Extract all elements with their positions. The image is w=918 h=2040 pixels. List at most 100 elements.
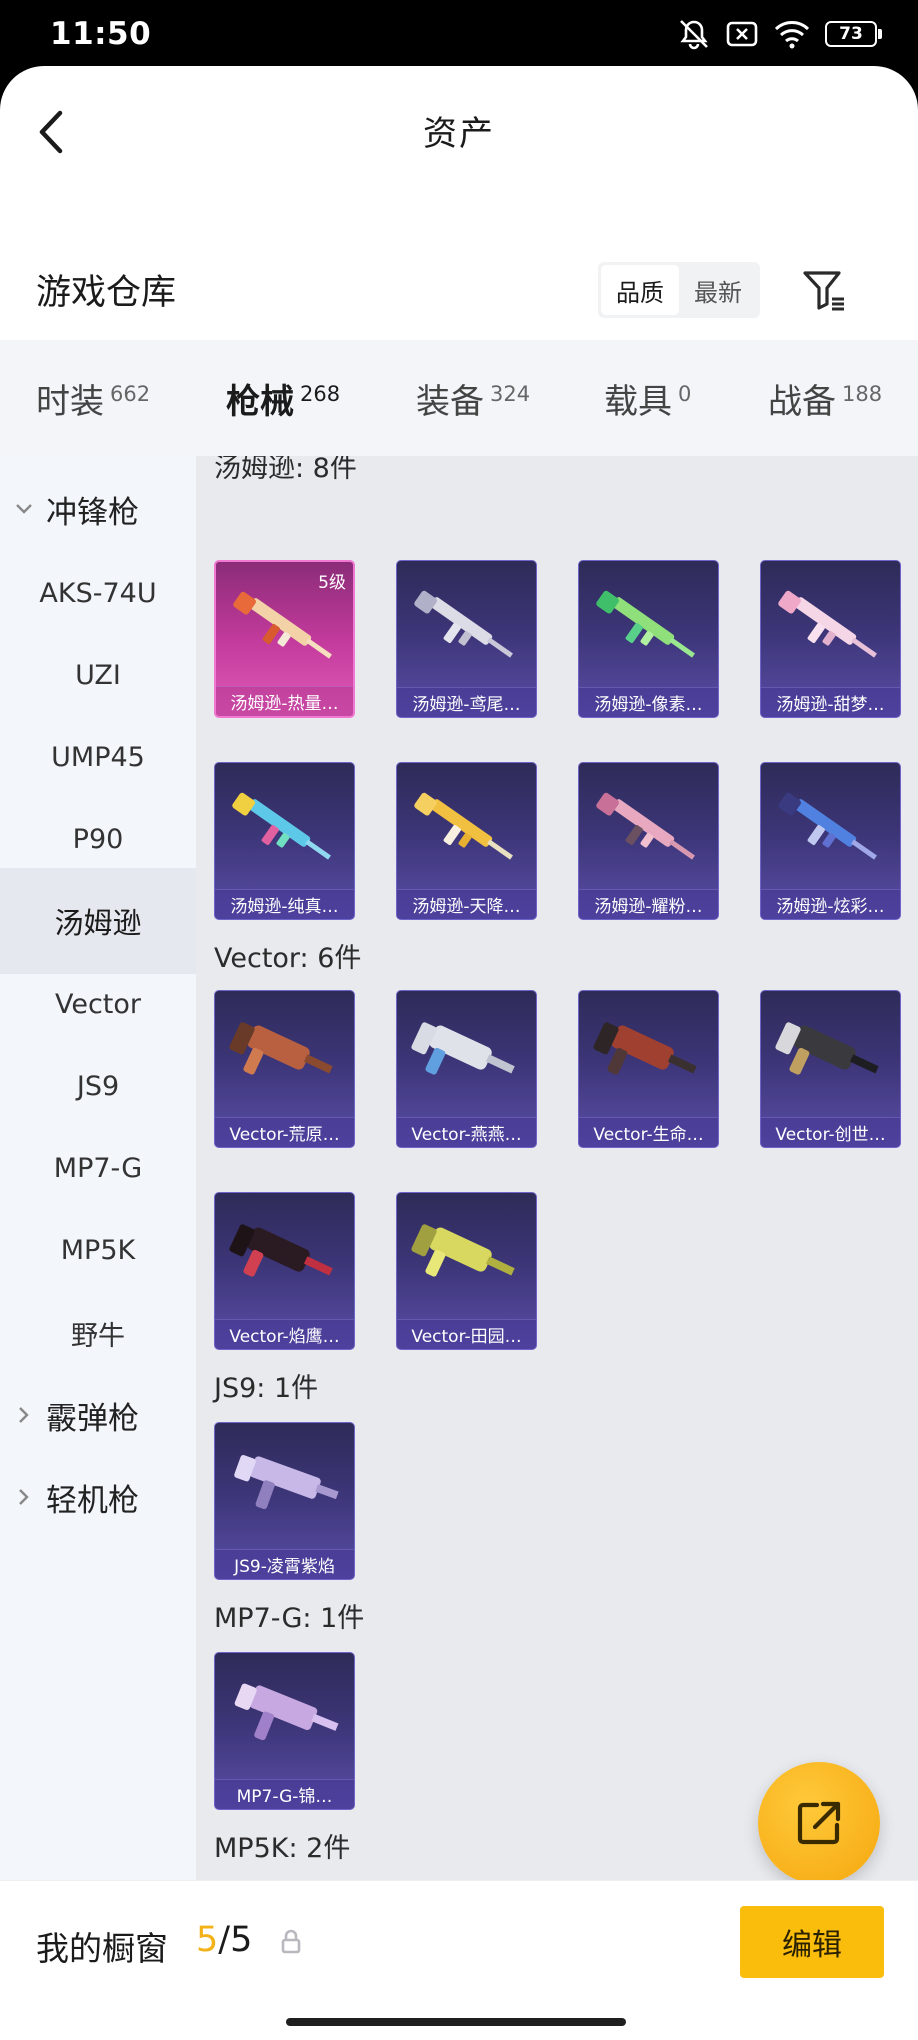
skin-card[interactable]: 汤姆逊-甜梦… bbox=[760, 560, 901, 718]
weapon-skin-grid: 汤姆逊: 8件 5级 汤姆逊-热量… 汤姆逊-鸢尾… 汤姆逊-像素… 汤姆逊-甜… bbox=[196, 456, 918, 1946]
skin-card[interactable]: 汤姆逊-纯真… bbox=[214, 762, 355, 920]
filter-icon bbox=[803, 271, 844, 311]
tab-label: 装备 bbox=[416, 381, 484, 422]
category-tabs: 时装 662 枪械 268 装备 324 载具 0 战备 188 bbox=[0, 340, 918, 456]
tab-count: 268 bbox=[300, 382, 341, 406]
tab-label: 战备 bbox=[768, 381, 836, 422]
tab-count: 188 bbox=[842, 382, 883, 406]
phone-screen: 11:50 73 资产 游戏仓库 品质 最新 时装 662 枪械 268 装备 … bbox=[0, 0, 918, 2040]
thompson-gun-image bbox=[232, 792, 331, 860]
group-label-thompson: 汤姆逊: 8件 bbox=[214, 456, 357, 484]
skin-card[interactable]: 汤姆逊-鸢尾… bbox=[396, 560, 537, 718]
status-icons: 73 bbox=[677, 18, 882, 50]
home-indicator bbox=[286, 2018, 626, 2026]
top-bar: 资产 bbox=[0, 66, 918, 196]
skin-card[interactable]: 汤姆逊-像素… bbox=[578, 560, 719, 718]
chevron-right-icon bbox=[19, 1407, 29, 1423]
vector-gun-image bbox=[411, 1022, 515, 1075]
skin-card[interactable]: 汤姆逊-炫彩… bbox=[760, 762, 901, 920]
tab-vehicles[interactable]: 载具 0 bbox=[604, 340, 691, 456]
skin-name: JS9-凌霄紫焰 bbox=[215, 1549, 354, 1579]
skin-name: 汤姆逊-像素… bbox=[579, 687, 718, 717]
share-icon bbox=[797, 1801, 841, 1845]
showcase-label: 我的橱窗 bbox=[36, 1929, 168, 1968]
skin-name: Vector-荒原… bbox=[215, 1117, 354, 1147]
mp7g-gun-image bbox=[234, 1683, 339, 1741]
skin-name: 汤姆逊-耀粉… bbox=[579, 889, 718, 919]
thompson-gun-image bbox=[778, 792, 877, 860]
mute-icon bbox=[680, 20, 708, 50]
skin-name: 汤姆逊-炫彩… bbox=[761, 889, 900, 919]
tab-label: 载具 bbox=[604, 381, 672, 422]
sort-quality-button[interactable]: 品质 bbox=[601, 265, 679, 315]
skin-card[interactable]: Vector-荒原… bbox=[214, 990, 355, 1148]
sidebar-category-lmg[interactable]: 轻机枪 bbox=[14, 1444, 139, 1550]
js9-gun-image bbox=[234, 1455, 339, 1510]
skin-card[interactable]: Vector-生命… bbox=[578, 990, 719, 1148]
skin-card[interactable]: Vector-焰鹰… bbox=[214, 1192, 355, 1350]
skin-name: Vector-创世… bbox=[761, 1117, 900, 1147]
skin-card[interactable]: MP7-G-锦… bbox=[214, 1652, 355, 1810]
sort-toggle: 品质 最新 bbox=[598, 262, 760, 318]
lock-icon bbox=[281, 1929, 301, 1954]
tab-fashion[interactable]: 时装 662 bbox=[36, 340, 150, 456]
skin-name: Vector-焰鹰… bbox=[215, 1319, 354, 1349]
skin-card[interactable]: JS9-凌霄紫焰 bbox=[214, 1422, 355, 1580]
status-bar: 11:50 73 bbox=[0, 0, 918, 68]
warehouse-title: 游戏仓库 bbox=[36, 273, 177, 313]
skin-card[interactable]: 5级 汤姆逊-热量… bbox=[214, 560, 355, 718]
thompson-gun-image bbox=[596, 792, 695, 860]
level-badge: 5级 bbox=[318, 573, 346, 593]
thompson-gun-image bbox=[596, 590, 695, 658]
battery-icon: 73 bbox=[825, 21, 882, 47]
skin-card[interactable]: Vector-田园… bbox=[396, 1192, 537, 1350]
assets-page: 资产 游戏仓库 品质 最新 时装 662 枪械 268 装备 324 载具 0 … bbox=[0, 66, 918, 2040]
skin-card[interactable]: Vector-燕燕… bbox=[396, 990, 537, 1148]
showcase-current: 5 bbox=[196, 1920, 219, 1960]
tab-supplies[interactable]: 战备 188 bbox=[768, 340, 882, 456]
sort-latest-button[interactable]: 最新 bbox=[679, 265, 757, 315]
skin-card[interactable]: Vector-创世… bbox=[760, 990, 901, 1148]
vector-gun-image bbox=[229, 1224, 333, 1277]
wifi-icon bbox=[774, 21, 810, 49]
tab-firearms[interactable]: 枪械 268 bbox=[226, 340, 340, 456]
skin-name: 汤姆逊-甜梦… bbox=[761, 687, 900, 717]
vector-gun-image bbox=[775, 1022, 879, 1075]
skin-name: MP7-G-锦… bbox=[215, 1779, 354, 1809]
thompson-gun-image bbox=[778, 590, 877, 658]
tab-count: 662 bbox=[110, 382, 151, 406]
group-label-mp5k: MP5K: 2件 bbox=[214, 1833, 351, 1864]
skin-card[interactable]: 汤姆逊-耀粉… bbox=[578, 762, 719, 920]
chevron-down-icon bbox=[16, 504, 32, 514]
showcase-total: /5 bbox=[218, 1920, 253, 1960]
tab-equipment[interactable]: 装备 324 bbox=[416, 340, 530, 456]
skin-card[interactable]: 汤姆逊-天降… bbox=[396, 762, 537, 920]
tab-count: 324 bbox=[490, 382, 531, 406]
skin-name: 汤姆逊-热量… bbox=[216, 686, 353, 716]
skin-name: 汤姆逊-天降… bbox=[397, 889, 536, 919]
tab-count: 0 bbox=[678, 382, 692, 406]
chevron-right-icon bbox=[19, 1489, 29, 1505]
skin-name: 汤姆逊-纯真… bbox=[215, 889, 354, 919]
tab-label: 枪械 bbox=[226, 381, 294, 422]
sidebar-category-label: 轻机枪 bbox=[46, 1482, 139, 1519]
skin-name: Vector-燕燕… bbox=[397, 1117, 536, 1147]
skin-name: Vector-生命… bbox=[579, 1117, 718, 1147]
vector-gun-image bbox=[593, 1022, 697, 1075]
skin-name: 汤姆逊-鸢尾… bbox=[397, 687, 536, 717]
status-time: 11:50 bbox=[50, 16, 152, 52]
vector-gun-image bbox=[411, 1224, 515, 1277]
share-fab[interactable] bbox=[758, 1762, 880, 1884]
no-sim-icon bbox=[726, 21, 758, 47]
thompson-gun-image bbox=[414, 792, 513, 860]
skin-name: Vector-田园… bbox=[397, 1319, 536, 1349]
group-label-vector: Vector: 6件 bbox=[214, 943, 362, 974]
filter-button[interactable] bbox=[798, 262, 850, 318]
page-title: 资产 bbox=[423, 114, 495, 154]
showcase-count: 5/5 bbox=[196, 1920, 252, 1960]
weapon-sidebar: 冲锋枪 AKS-74U UZI UMP45 P90 汤姆逊 Vector JS9… bbox=[0, 456, 196, 1946]
battery-level: 73 bbox=[825, 21, 877, 47]
tab-label: 时装 bbox=[36, 381, 104, 422]
sidebar-category-label: 冲锋枪 bbox=[46, 494, 139, 531]
edit-button[interactable]: 编辑 bbox=[740, 1906, 884, 1978]
